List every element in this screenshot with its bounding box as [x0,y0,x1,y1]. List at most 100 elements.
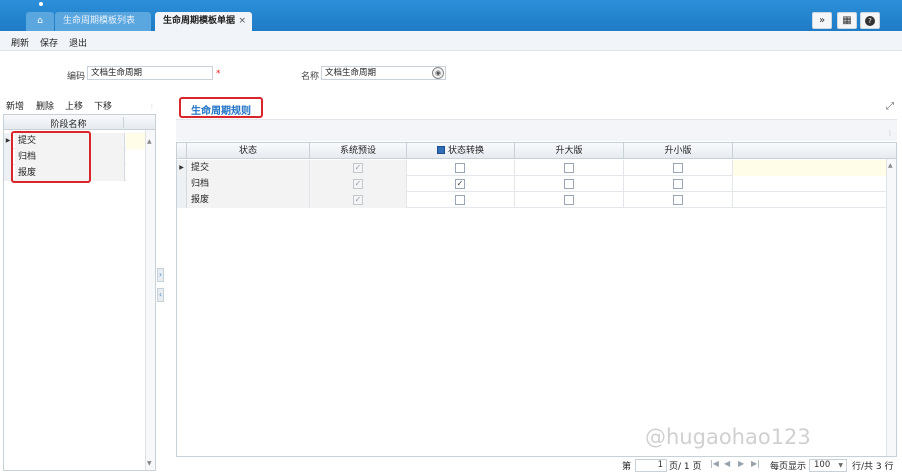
system-preset-checkbox: ✓ [353,179,363,189]
tab-home[interactable]: ⌂ [26,12,54,31]
chevron-down-icon: ▼ [838,462,843,469]
save-button[interactable]: 保存 [40,36,58,49]
minor-version-cell [624,160,733,176]
major-version-cell [515,192,624,208]
row-extra-cell [126,133,145,149]
stage-list-scrollbar[interactable]: ▲ ▼ [145,130,155,470]
page-prefix-label: 第 [622,462,632,472]
exit-button[interactable]: 退出 [69,36,87,49]
state-cell: 归档 [187,176,310,192]
major-version-checkbox[interactable] [564,163,574,173]
column-header-minor-version[interactable]: 升小版 [624,143,733,159]
column-header-system-preset[interactable]: 系统预设 [310,143,407,159]
minor-version-cell [624,176,733,192]
state-cell: 提交 [187,160,310,176]
per-page-value: 100 [814,460,831,470]
system-preset-checkbox: ✓ [353,195,363,205]
tab-lifecycle-template-form[interactable]: 生命周期模板单据 × [155,12,252,31]
state-transition-checkbox[interactable] [455,195,465,205]
minor-version-checkbox[interactable] [673,179,683,189]
state-cell: 报废 [187,192,310,208]
row-filler-cell [733,160,886,176]
scroll-up-icon[interactable]: ▲ [888,162,893,169]
state-transition-checkbox[interactable] [455,163,465,173]
column-header-state-transition[interactable]: 状态转换 [407,143,515,159]
page-number-input[interactable]: 1 [635,459,667,472]
scroll-down-icon[interactable]: ▼ [147,460,152,467]
name-label: 名称 [301,72,320,82]
menu-bar: 刷新 保存 退出 [0,31,902,51]
system-preset-cell: ✓ [310,192,407,208]
per-page-select[interactable]: 100 ▼ [809,459,847,472]
table-row[interactable]: 归档 ✓ ✓ [177,176,886,192]
column-header-major-version[interactable]: 升大版 [515,143,624,159]
state-transition-cell [407,192,515,208]
lifecycle-rules-grid: 状态 系统预设 状态转换 升大版 升小版 ▶ 提交 ✓ 归档 ✓ ✓ 报废 ✓ … [176,142,897,457]
minor-version-checkbox[interactable] [673,163,683,173]
select-all-checkbox[interactable] [436,146,445,154]
major-version-checkbox[interactable] [564,179,574,189]
state-transition-cell: ✓ [407,176,515,192]
top-indicator-dot [39,2,43,6]
grid-scrollbar[interactable]: ▲ [886,159,896,456]
minor-version-cell [624,192,733,208]
last-page-icon[interactable]: ▶| [751,459,760,468]
refresh-button[interactable]: 刷新 [11,36,29,49]
tab-lifecycle-template-list[interactable]: 生命周期模板列表 [55,12,151,31]
row-indicator [177,176,187,192]
page-total-label: 页/ 1 页 [669,462,702,472]
code-field[interactable]: 文档生命周期 [87,66,213,80]
translate-icon[interactable]: ◉ [432,67,444,79]
stage-list-header: 阶段名称 [4,115,155,130]
grid-overflow-icon: ⋮ [887,130,893,137]
system-preset-checkbox: ✓ [353,163,363,173]
state-transition-checkbox[interactable]: ✓ [455,179,465,189]
stage-name-column-header[interactable]: 阶段名称 [14,117,124,130]
required-mark: * [216,69,221,79]
move-down-button[interactable]: 下移 [94,99,112,112]
code-label: 编码 [67,72,86,82]
minor-version-checkbox[interactable] [673,195,683,205]
lifecycle-rules-title: 生命周期规则 [191,106,251,117]
grid-toolbar-strip: ⋮ [176,119,897,141]
name-field[interactable]: 文档生命周期 [321,66,446,80]
prev-page-icon[interactable]: ◀ [724,459,730,468]
state-transition-cell [407,160,515,176]
grid-header: 状态 系统预设 状态转换 升大版 升小版 [177,143,896,159]
system-preset-cell: ✓ [310,176,407,192]
column-header-state[interactable]: 状态 [187,143,310,159]
help-glyph: ? [865,16,875,26]
maximize-icon[interactable]: ⤢ [886,101,894,112]
move-up-button[interactable]: 上移 [65,99,83,112]
home-icon: ⌂ [37,16,43,26]
first-page-icon[interactable]: |◀ [710,459,719,468]
watermark: @hugaohao123 [645,425,811,449]
row-pointer-icon: ▶ [177,160,187,176]
row-indicator [177,192,187,208]
highlight-box-stages [11,131,91,183]
tab-bar: ⌂ 生命周期模板列表 生命周期模板单据 × » ▦ ? [0,0,902,31]
tab-label: 生命周期模板单据 [163,16,236,26]
expand-right-icon[interactable]: › [157,268,164,282]
scroll-up-icon[interactable]: ▲ [147,138,152,145]
row-extra-cell [126,149,145,165]
delete-button[interactable]: 删除 [36,99,54,112]
expand-icon[interactable]: » [812,12,832,29]
major-version-cell [515,160,624,176]
add-button[interactable]: 新增 [6,99,24,112]
major-version-cell [515,176,624,192]
system-preset-cell: ✓ [310,160,407,176]
next-page-icon[interactable]: ▶ [738,459,744,468]
grid-menu-icon[interactable]: ▦ [837,12,857,29]
table-row[interactable]: 报废 ✓ [177,192,886,208]
major-version-checkbox[interactable] [564,195,574,205]
table-row[interactable]: ▶ 提交 ✓ [177,160,886,176]
row-indicator-header [177,143,187,159]
per-page-label: 每页显示 [770,462,807,472]
row-total-label: 行/共 3 行 [852,462,894,472]
state-transition-label: 状态转换 [447,146,484,156]
close-icon[interactable]: × [238,12,246,31]
collapse-left-icon[interactable]: ‹ [157,288,164,302]
help-icon[interactable]: ? [860,12,880,29]
toolbar-overflow-icon: ⋮ [149,103,155,110]
